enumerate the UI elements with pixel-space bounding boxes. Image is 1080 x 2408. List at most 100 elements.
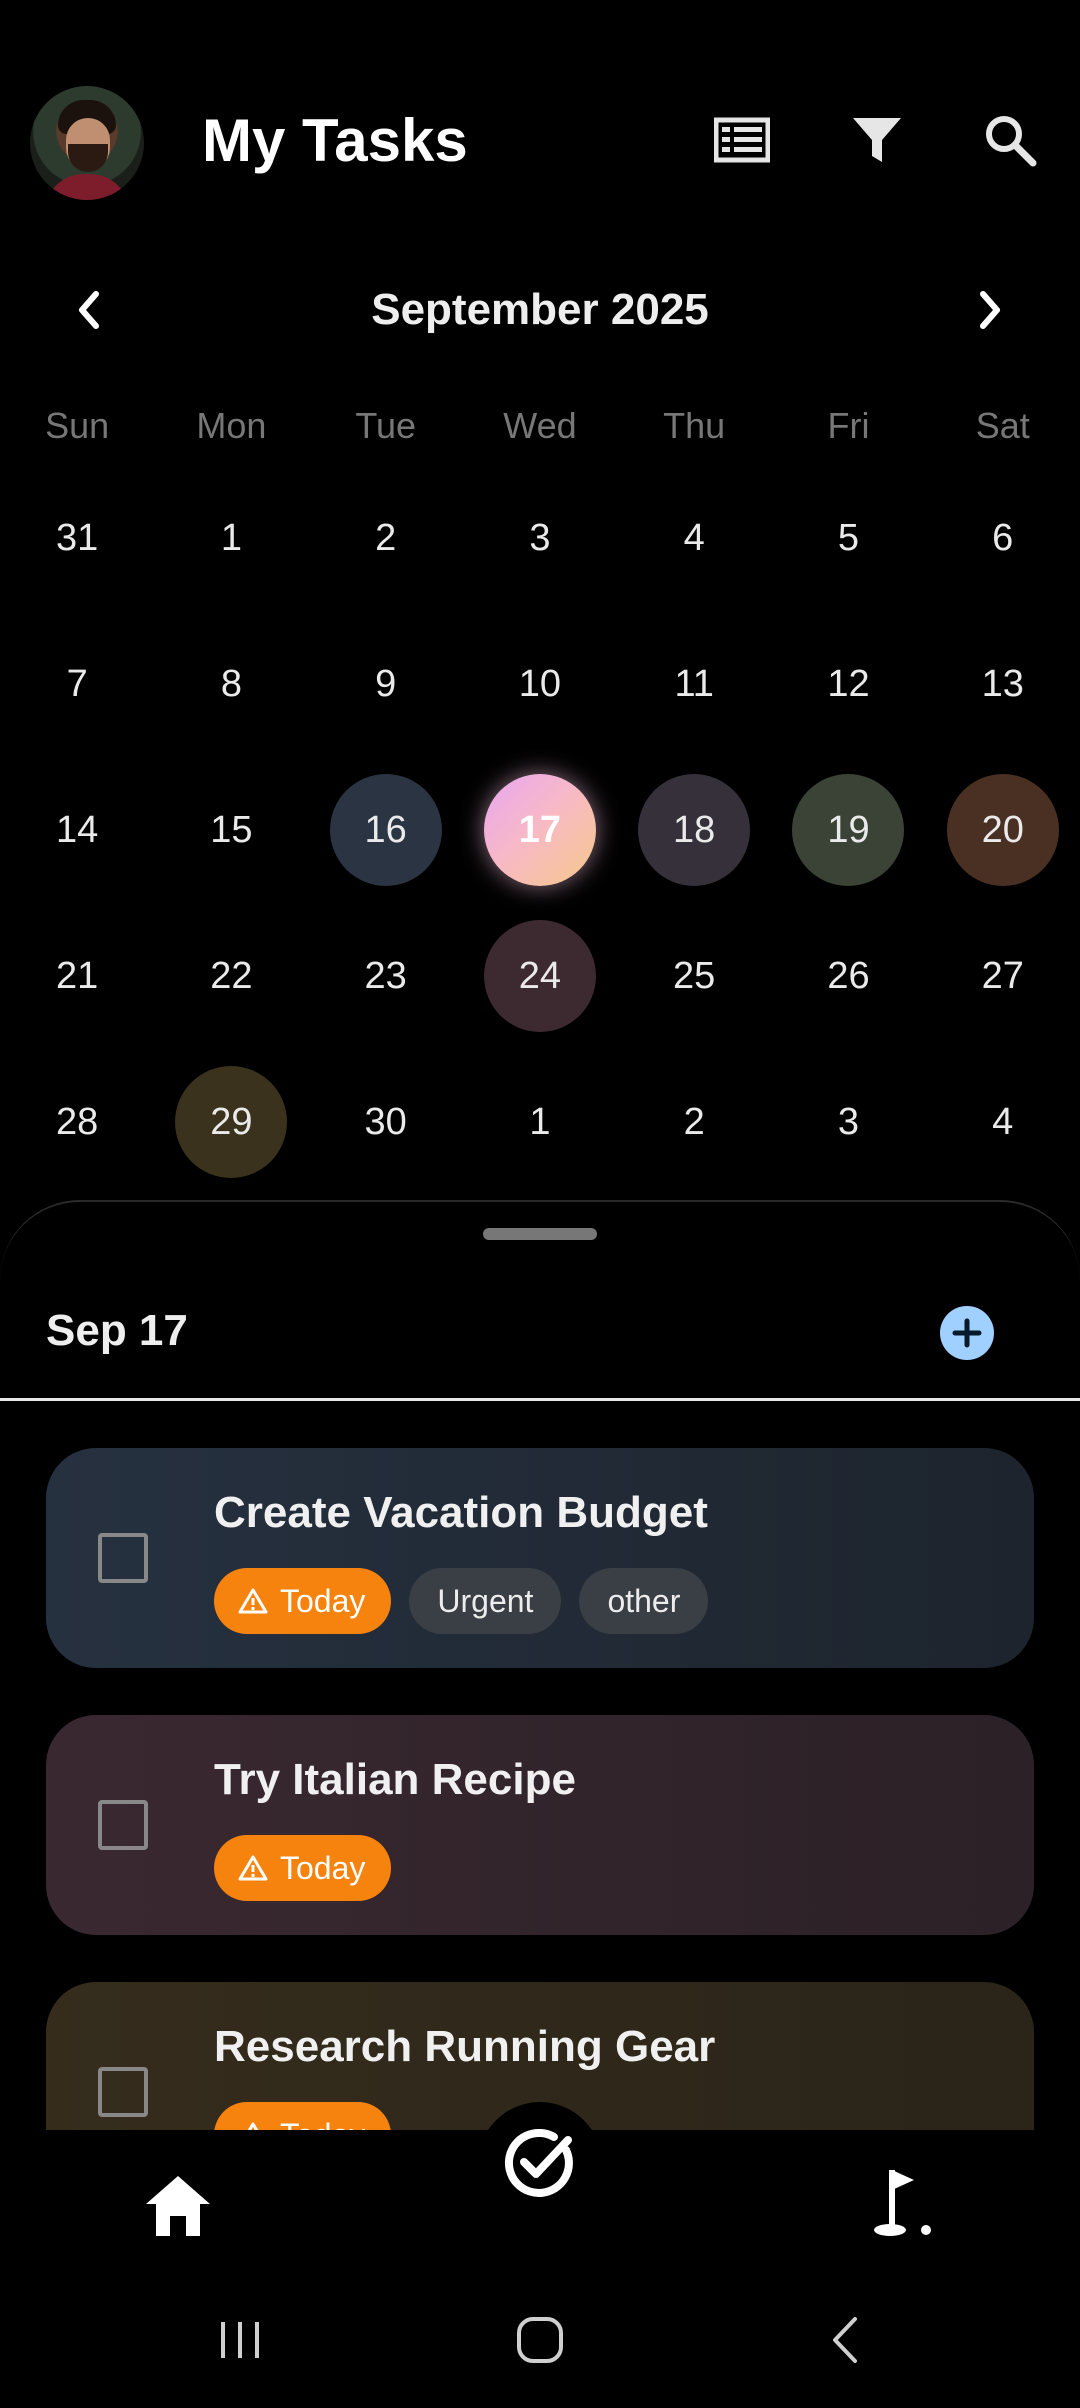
calendar-day-selected[interactable]: 17 <box>463 757 617 903</box>
task-checkbox[interactable] <box>98 2067 148 2117</box>
task-check-icon[interactable] <box>478 2102 602 2226</box>
day-number: 29 <box>210 1100 253 1143</box>
recent-apps-icon[interactable] <box>200 2310 280 2370</box>
home-icon[interactable] <box>142 2170 214 2242</box>
calendar-day[interactable]: 3 <box>771 1049 925 1195</box>
sheet-drag-handle[interactable] <box>483 1228 597 1240</box>
day-number: 31 <box>55 516 99 559</box>
due-today-chip: Today <box>214 1568 392 1634</box>
calendar-day[interactable]: 25 <box>617 903 771 1049</box>
back-icon[interactable] <box>805 2310 885 2370</box>
calendar-day-with-tasks[interactable]: 16 <box>309 757 463 903</box>
calendar-day[interactable]: 4 <box>617 465 771 611</box>
tag-chip: Urgent <box>409 1568 562 1634</box>
weekday-label: Fri <box>827 405 870 446</box>
weekday-label: Wed <box>503 405 577 446</box>
day-number: 15 <box>210 808 253 851</box>
calendar-day[interactable]: 28 <box>0 1049 154 1195</box>
sheet-date-label: Sep 17 <box>46 1306 188 1355</box>
divider <box>0 1398 1080 1401</box>
task-name: Create Vacation Budget <box>214 1488 708 1537</box>
calendar-day[interactable]: 10 <box>463 611 617 757</box>
calendar-day[interactable]: 13 <box>926 611 1080 757</box>
tag-chip: other <box>579 1568 709 1634</box>
calendar-week: 14 15 16 17 18 19 20 <box>0 757 1080 903</box>
calendar-day[interactable]: 2 <box>617 1049 771 1195</box>
calendar-grid: 31 1 2 3 4 5 6 7 8 9 10 11 12 13 14 15 1… <box>0 465 1080 1195</box>
system-navigation-bar <box>0 2270 1080 2408</box>
chevron-right-icon[interactable] <box>955 275 1025 345</box>
search-icon[interactable] <box>978 108 1042 172</box>
calendar-day[interactable]: 26 <box>771 903 925 1049</box>
app-header: My Tasks <box>0 0 1080 240</box>
task-name: Research Running Gear <box>214 2022 716 2071</box>
avatar[interactable] <box>30 86 144 200</box>
calendar-day-with-tasks[interactable]: 19 <box>771 757 925 903</box>
due-label: Today <box>280 2117 365 2131</box>
calendar-day[interactable]: 27 <box>926 903 1080 1049</box>
day-number: 8 <box>220 662 242 705</box>
calendar-day-with-tasks[interactable]: 18 <box>617 757 771 903</box>
calendar-day[interactable]: 5 <box>771 465 925 611</box>
home-button-icon[interactable] <box>500 2310 580 2370</box>
calendar-week: 31 1 2 3 4 5 6 <box>0 465 1080 611</box>
day-number: 3 <box>837 1100 860 1143</box>
month-navigation: September 2025 <box>0 275 1080 345</box>
day-number: 28 <box>55 1100 99 1143</box>
task-sheet: Sep 17 Create Vacation Budget Today Urge… <box>0 1200 1080 2130</box>
page-title: My Tasks <box>202 107 468 174</box>
add-task-button[interactable] <box>940 1306 994 1360</box>
day-number: 21 <box>55 954 99 997</box>
task-card[interactable]: Try Italian Recipe Today <box>46 1715 1034 1935</box>
task-card[interactable]: Create Vacation Budget Today Urgent othe… <box>46 1448 1034 1668</box>
calendar-day[interactable]: 15 <box>154 757 308 903</box>
day-number: 14 <box>55 808 99 851</box>
calendar-day[interactable]: 8 <box>154 611 308 757</box>
calendar-day[interactable]: 22 <box>154 903 308 1049</box>
due-label: Today <box>280 1849 366 1886</box>
day-number: 7 <box>66 662 88 705</box>
calendar-day[interactable]: 30 <box>309 1049 463 1195</box>
calendar-day[interactable]: 21 <box>0 903 154 1049</box>
golf-flag-icon[interactable] <box>862 2164 942 2244</box>
calendar-day[interactable]: 6 <box>926 465 1080 611</box>
day-number: 19 <box>827 808 870 851</box>
calendar-day[interactable]: 12 <box>771 611 925 757</box>
task-chips: Today Urgent other <box>214 1568 709 1634</box>
day-number: 2 <box>683 1100 705 1143</box>
day-number: 10 <box>518 662 562 705</box>
calendar-day[interactable]: 7 <box>0 611 154 757</box>
plus-icon <box>952 1318 982 1348</box>
day-number: 18 <box>673 808 716 851</box>
calendar-day[interactable]: 1 <box>463 1049 617 1195</box>
calendar-day[interactable]: 9 <box>309 611 463 757</box>
calendar-day[interactable]: 1 <box>154 465 308 611</box>
day-number: 4 <box>992 1100 1014 1143</box>
due-today-chip: Today <box>214 2102 392 2131</box>
calendar-week: 7 8 9 10 11 12 13 <box>0 611 1080 757</box>
calendar-day[interactable]: 11 <box>617 611 771 757</box>
calendar-day[interactable]: 3 <box>463 465 617 611</box>
calendar-day[interactable]: 31 <box>0 465 154 611</box>
task-checkbox[interactable] <box>98 1800 148 1850</box>
due-today-chip: Today <box>214 1835 392 1901</box>
filter-icon[interactable] <box>845 108 909 172</box>
calendar-day[interactable]: 14 <box>0 757 154 903</box>
weekday-label: Sun <box>45 405 110 446</box>
warning-icon <box>238 1588 268 1614</box>
day-number: 17 <box>518 808 562 851</box>
day-number: 1 <box>529 1100 551 1143</box>
due-label: Today <box>280 1582 366 1619</box>
calendar-day-with-tasks[interactable]: 29 <box>154 1049 308 1195</box>
calendar-day-with-tasks[interactable]: 20 <box>926 757 1080 903</box>
task-checkbox[interactable] <box>98 1533 148 1583</box>
day-number: 23 <box>364 954 407 997</box>
calendar-day[interactable]: 2 <box>309 465 463 611</box>
calendar-day-with-tasks[interactable]: 24 <box>463 903 617 1049</box>
day-number: 24 <box>518 954 562 997</box>
list-view-icon[interactable] <box>710 108 774 172</box>
day-number: 1 <box>220 516 242 559</box>
calendar-day[interactable]: 4 <box>926 1049 1080 1195</box>
calendar-day[interactable]: 23 <box>309 903 463 1049</box>
day-number: 9 <box>375 662 397 705</box>
